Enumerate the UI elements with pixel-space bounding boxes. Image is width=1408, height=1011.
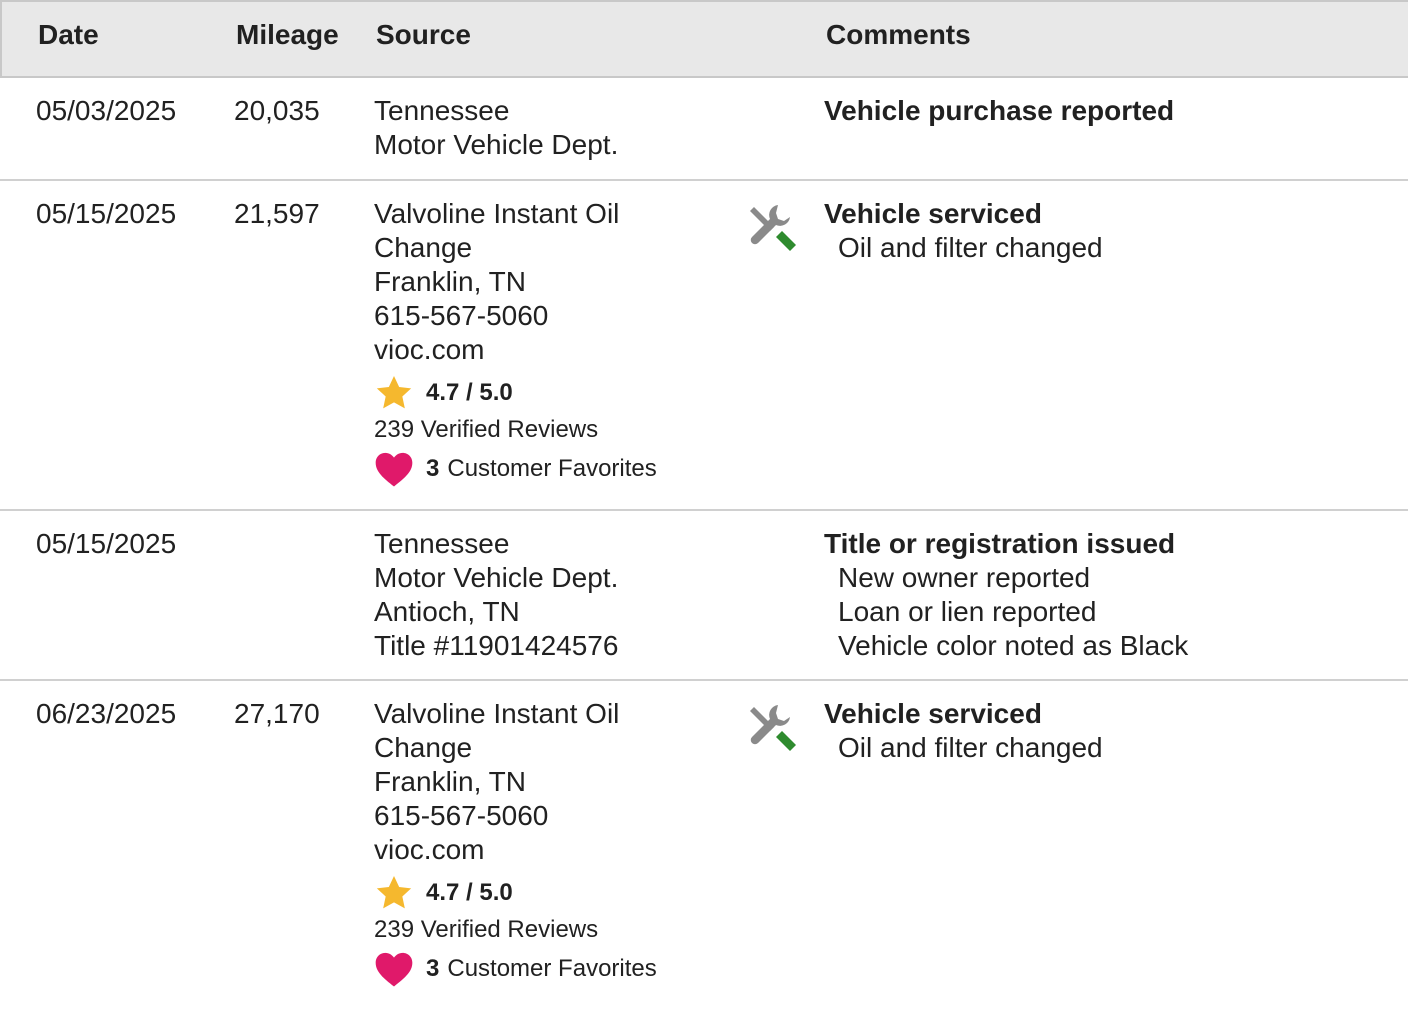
reviews-link[interactable]: 239 Verified Reviews	[374, 913, 734, 947]
source-line: Valvoline Instant Oil	[374, 698, 620, 729]
table-row: 05/15/2025 Tennessee Motor Vehicle Dept.…	[0, 511, 1408, 681]
header-date: Date	[38, 19, 99, 50]
comment-item: Oil and filter changed	[838, 732, 1103, 763]
customer-favorites: 3 Customer Favorites	[374, 949, 734, 989]
comments-cell: Title or registration issued New owner r…	[824, 527, 1384, 663]
source-line: Change	[374, 232, 473, 263]
heart-icon	[375, 452, 413, 487]
star-icon	[376, 876, 412, 909]
table-row: 05/15/2025 21,597 Valvoline Instant Oil …	[0, 181, 1408, 511]
source-line[interactable]: 615-567-5060	[374, 799, 734, 833]
rating: 4.7 / 5.0	[374, 373, 734, 413]
comment-title: Vehicle serviced	[824, 698, 1042, 729]
table-row: 06/23/2025 27,170 Valvoline Instant Oil …	[0, 681, 1408, 1011]
reviews-link[interactable]: 239 Verified Reviews	[374, 413, 734, 447]
source-line: Title #11901424576	[374, 630, 619, 661]
rating: 4.7 / 5.0	[374, 873, 734, 913]
header-source: Source	[376, 19, 471, 50]
source-cell: Valvoline Instant Oil Change Franklin, T…	[374, 197, 734, 489]
header-mileage: Mileage	[236, 19, 339, 50]
comment-title: Vehicle serviced	[824, 198, 1042, 229]
header-comments: Comments	[826, 19, 971, 50]
table-header: Date Mileage Source Comments	[0, 0, 1408, 78]
star-icon	[376, 376, 412, 409]
favorites-count: 3	[426, 955, 440, 982]
mileage-cell: 21,597	[234, 198, 320, 229]
comment-item: Vehicle color noted as Black	[838, 630, 1189, 661]
date-cell: 05/03/2025	[36, 95, 177, 126]
service-tools-icon	[744, 701, 800, 757]
source-line: Change	[374, 732, 473, 763]
source-cell: Valvoline Instant Oil Change Franklin, T…	[374, 697, 734, 989]
rating-value: 4.7 / 5.0	[426, 379, 513, 406]
comments-cell: Vehicle purchase reported	[824, 94, 1384, 128]
source-cell: Tennessee Motor Vehicle Dept.	[374, 94, 734, 162]
vehicle-history-table: Date Mileage Source Comments 05/03/2025 …	[0, 0, 1408, 1011]
rating-value: 4.7 / 5.0	[426, 879, 513, 906]
date-cell: 06/23/2025	[36, 698, 177, 729]
source-website-link[interactable]: vioc.com	[374, 333, 734, 367]
comment-item: Loan or lien reported	[838, 596, 1097, 627]
source-line: Franklin, TN	[374, 266, 526, 297]
heart-icon	[375, 952, 413, 987]
source-line: Antioch, TN	[374, 596, 520, 627]
source-line: Tennessee	[374, 95, 510, 126]
source-line: Franklin, TN	[374, 766, 526, 797]
comment-item: Oil and filter changed	[838, 232, 1103, 263]
date-cell: 05/15/2025	[36, 198, 177, 229]
mileage-cell: 27,170	[234, 698, 320, 729]
date-cell: 05/15/2025	[36, 528, 177, 559]
source-cell: Tennessee Motor Vehicle Dept. Antioch, T…	[374, 527, 734, 663]
mileage-cell: 20,035	[234, 95, 320, 126]
favorites-label: Customer Favorites	[447, 955, 657, 982]
customer-favorites: 3 Customer Favorites	[374, 449, 734, 489]
source-line: Motor Vehicle Dept.	[374, 562, 619, 593]
comments-cell: Vehicle serviced Oil and filter changed	[824, 697, 1384, 765]
favorites-count: 3	[426, 455, 440, 482]
favorites-label: Customer Favorites	[447, 455, 657, 482]
table-row: 05/03/2025 20,035 Tennessee Motor Vehicl…	[0, 78, 1408, 181]
comment-item: New owner reported	[838, 562, 1091, 593]
source-line: Tennessee	[374, 528, 510, 559]
comment-title: Title or registration issued	[824, 528, 1176, 559]
service-tools-icon	[744, 201, 800, 257]
comments-cell: Vehicle serviced Oil and filter changed	[824, 197, 1384, 265]
source-line: Motor Vehicle Dept.	[374, 129, 619, 160]
comment-title: Vehicle purchase reported	[824, 95, 1175, 126]
source-website-link[interactable]: vioc.com	[374, 833, 734, 867]
source-line[interactable]: 615-567-5060	[374, 299, 734, 333]
source-line: Valvoline Instant Oil	[374, 198, 620, 229]
